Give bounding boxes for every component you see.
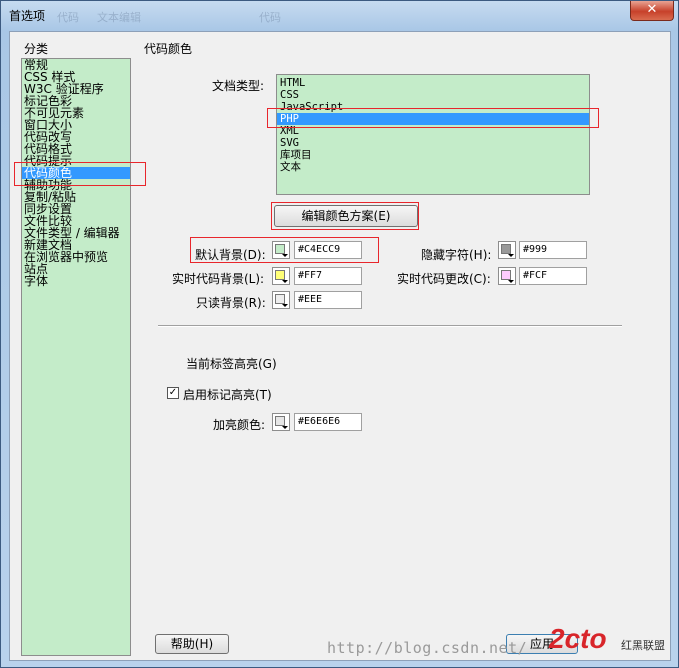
- watermark-logo-side: 红黑联盟: [621, 639, 665, 652]
- annotation-box-default-bg: [190, 237, 379, 263]
- live-code-bg-label: 实时代码背景(L):: [172, 272, 265, 286]
- color-chip: [275, 294, 285, 304]
- enable-highlight-label[interactable]: 启用标记高亮(T): [183, 386, 272, 403]
- hidden-chars-color-picker[interactable]: [498, 241, 516, 259]
- hidden-chars-input[interactable]: #999: [519, 241, 587, 259]
- color-chip: [275, 270, 285, 280]
- highlight-color-picker[interactable]: [272, 413, 290, 431]
- title-bar[interactable]: 首选项 代码 文本编辑 代码 ✕: [1, 1, 679, 29]
- color-chip: [275, 416, 285, 426]
- highlight-color-input[interactable]: #E6E6E6: [294, 413, 362, 431]
- category-item[interactable]: 字体: [22, 275, 130, 287]
- color-chip: [501, 244, 511, 254]
- section-divider: [158, 325, 622, 327]
- doc-type-item[interactable]: 文本: [277, 161, 589, 173]
- dropdown-arrow-icon: [282, 280, 288, 283]
- dropdown-arrow-icon: [508, 280, 514, 283]
- help-button[interactable]: 帮助(H): [155, 634, 229, 654]
- close-button[interactable]: ✕: [630, 1, 674, 21]
- watermark-logo: 2cto: [549, 623, 607, 654]
- panel-title: 代码颜色: [144, 42, 193, 56]
- doc-type-item[interactable]: CSS: [277, 89, 589, 101]
- enable-highlight-checkbox[interactable]: ✓: [167, 387, 179, 399]
- watermark-url: http://blog.csdn.net/: [327, 639, 528, 657]
- annotation-box-doctype: [267, 108, 599, 128]
- doc-type-item[interactable]: HTML: [277, 77, 589, 89]
- live-code-change-input[interactable]: #FCF: [519, 267, 587, 285]
- background-ghost-text: 代码: [57, 11, 79, 24]
- doc-type-label: 文档类型:: [212, 79, 265, 93]
- dialog-window: 首选项 代码 文本编辑 代码 ✕ 分类 常规 CSS 样式 W3C 验证程序 标记色彩…: [0, 0, 679, 668]
- doc-type-item[interactable]: SVG: [277, 137, 589, 149]
- doc-type-list[interactable]: HTML CSS JavaScript PHP XML SVG 库项目 文本: [276, 74, 590, 195]
- live-code-change-color-picker[interactable]: [498, 267, 516, 285]
- doc-type-item[interactable]: 库项目: [277, 149, 589, 161]
- category-header: 分类: [24, 42, 49, 56]
- color-chip: [501, 270, 511, 280]
- background-ghost-text: 代码: [259, 11, 281, 24]
- checkmark-icon: ✓: [168, 387, 178, 398]
- live-code-bg-color-picker[interactable]: [272, 267, 290, 285]
- dropdown-arrow-icon: [282, 304, 288, 307]
- live-code-bg-input[interactable]: #FF7: [294, 267, 362, 285]
- tag-highlight-label: 当前标签高亮(G): [186, 357, 277, 371]
- dialog-client-area: 分类 常规 CSS 样式 W3C 验证程序 标记色彩 不可见元素 窗口大小 代码改写 代码格式…: [9, 31, 671, 661]
- annotation-box-edit-scheme: [271, 202, 419, 230]
- background-ghost-text: 文本编辑: [97, 11, 141, 24]
- annotation-box-category: [14, 162, 146, 186]
- hidden-chars-label: 隐藏字符(H):: [421, 248, 492, 262]
- readonly-bg-color-picker[interactable]: [272, 291, 290, 309]
- readonly-bg-label: 只读背景(R):: [196, 296, 266, 310]
- readonly-bg-input[interactable]: #EEE: [294, 291, 362, 309]
- close-icon: ✕: [646, 2, 658, 17]
- highlight-color-label: 加亮颜色:: [213, 418, 266, 432]
- live-code-change-label: 实时代码更改(C):: [397, 272, 491, 286]
- category-list[interactable]: 常规 CSS 样式 W3C 验证程序 标记色彩 不可见元素 窗口大小 代码改写 代码格式 代码提…: [21, 58, 131, 656]
- dropdown-arrow-icon: [282, 426, 288, 429]
- dropdown-arrow-icon: [508, 254, 514, 257]
- window-title: 首选项: [9, 9, 46, 23]
